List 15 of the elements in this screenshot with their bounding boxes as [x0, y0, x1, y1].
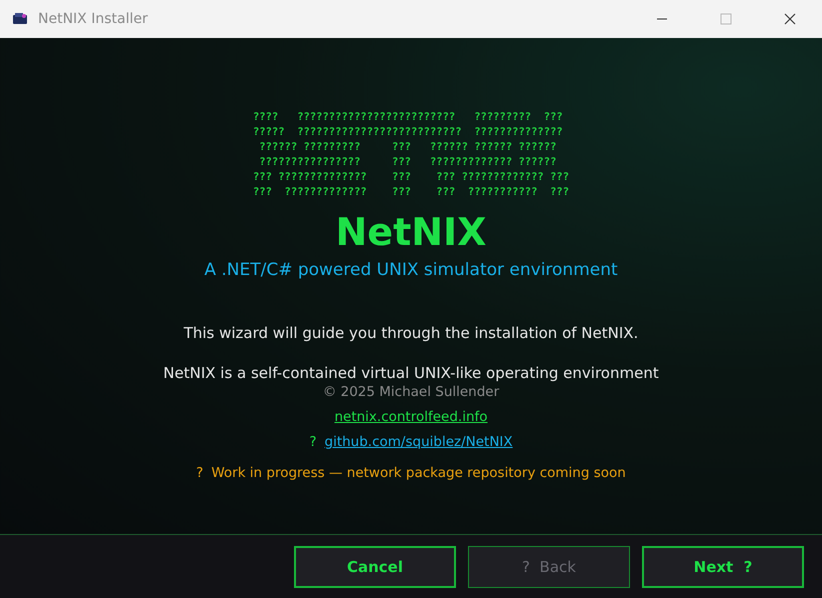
ascii-art: ???? ????????????????????????? ????????? ??? ????? ?????????????????????????? ?????????????? ?????? ????????? ??? ?????? ?????? ?????? ???????????????? ??? ????????????? ?????? ??? ?????????????? ??? ??? ????????????? ??? ??? ????????????? ??? ??? ??????????? ???: [252, 110, 570, 200]
link[interactable]: github.com/squiblez/NetNIX: [324, 433, 513, 451]
app-title: NetNIX: [336, 209, 486, 256]
description-text: NetNIX is a self-contained virtual UNIX-like operating environment: [163, 364, 659, 382]
window-title: NetNIX Installer: [38, 11, 148, 27]
intro-text: This wizard will guide you through the installation of NetNIX.: [184, 324, 638, 342]
link[interactable]: netnix.controlfeed.info: [334, 408, 488, 426]
notice-glyph: ?: [196, 465, 204, 481]
wizard-button[interactable]: Next ?: [642, 546, 804, 588]
notice-text: Work in progress — network package repository coming soon: [211, 465, 626, 481]
wizard-button[interactable]: Cancel: [294, 546, 456, 588]
app-icon: [12, 12, 28, 26]
subtitle: A .NET/C# powered UNIX simulator environment: [204, 260, 618, 280]
copyright-text: © 2025 Michael Sullender: [322, 384, 500, 400]
link-glyph: ?: [309, 433, 316, 451]
